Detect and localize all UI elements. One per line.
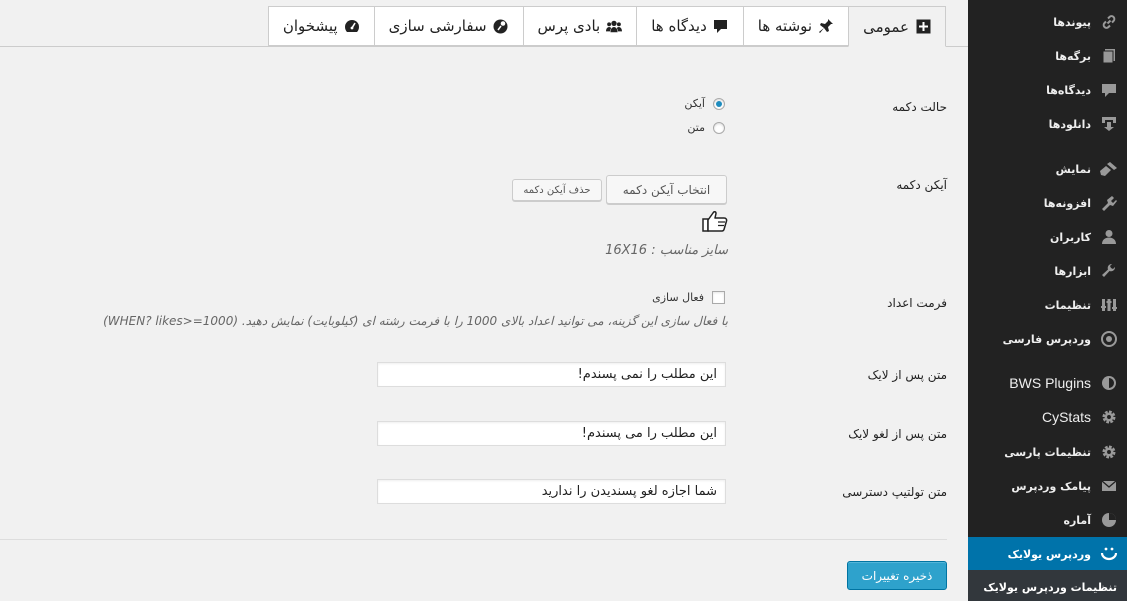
group-icon [606,18,623,34]
mode-text-label: متن [687,121,705,134]
sidebar-item-label: برگه‌ها [1055,49,1091,63]
appearance-icon [1091,152,1127,186]
palette-icon [493,18,509,34]
tab-posts[interactable]: نوشته ها [742,6,850,46]
sidebar-item-label: پیوندها [1053,15,1091,29]
plugins-icon [1091,186,1127,220]
mode-text-radio[interactable] [713,121,725,134]
size-hint: سایز مناسب : 16X16 [605,243,728,258]
pages-icon [1091,39,1127,73]
enable-option[interactable]: فعال سازی [652,291,725,304]
sidebar-item-wp-ulike[interactable]: وردپرس یولایک [960,537,1127,571]
format-description: با فعال سازی این گزینه، می توانید اعداد … [103,314,728,328]
sidebar-item-label: وردپرس فارسی [1002,332,1091,346]
after-unlike-input[interactable]: این مطلب را می پسندم! [377,421,726,446]
pin-icon [818,18,834,34]
links-icon [1091,5,1127,39]
bws-icon [1091,366,1127,400]
tooltip-input[interactable]: شما اجازه لغو پسندیدن را ندارید [377,479,726,504]
sidebar-item-users[interactable]: کاربران [968,220,1127,254]
submenu-item-ulike-settings[interactable]: تنظیمات وردپرس یولایک [968,574,1127,600]
sidebar-item-wp-sms[interactable]: پیامک وردپرس [968,469,1127,503]
after-unlike-label: متن پس از لغو لایک [848,427,947,441]
select-icon-button[interactable]: انتخاب آیکن دکمه [606,175,727,204]
smile-icon [1091,537,1127,571]
mode-icon-option[interactable]: آیکن [684,97,725,110]
tooltip-label: متن تولتیپ دسترسی [842,485,947,499]
sidebar-item-label: آماره [1063,513,1091,527]
dashboard-icon [344,18,360,34]
mode-icon-label: آیکن [684,97,705,110]
divider [0,539,947,540]
tab-dashboard[interactable]: پیشخوان [267,6,375,46]
comments-icon [1091,73,1127,107]
mode-icon-radio[interactable] [713,97,725,110]
number-format-label: فرمت اعداد [887,296,947,310]
tab-label: بادی پرس [537,17,601,35]
sidebar-item-label: ابزارها [1054,264,1091,278]
save-button[interactable]: ذخیره تغییرات [847,561,947,590]
comment-icon [713,18,729,34]
sidebar-item-bws-plugins[interactable]: BWS Plugins [968,366,1127,400]
after-like-label: متن پس از لایک [867,368,947,382]
tab-customize[interactable]: سفارشی سازی [373,6,524,46]
sidebar-item-label: دانلودها [1048,117,1091,131]
tab-general[interactable]: عمومی [848,6,946,47]
sidebar-item-stats[interactable]: آماره [968,503,1127,537]
tab-label: نوشته ها [757,17,813,35]
users-icon [1091,220,1127,254]
sidebar-item-comments[interactable]: دیدگاه‌ها [968,73,1127,107]
gear-icon [1091,400,1127,434]
button-mode-label: حالت دکمه [892,100,947,114]
sidebar-item-settings[interactable]: تنظیمات [968,288,1127,322]
tab-label: عمومی [863,17,909,36]
thumbs-up-icon [702,210,728,235]
enable-label: فعال سازی [652,291,704,304]
sidebar-item-label: CyStats [1041,409,1091,425]
mail-icon [1091,469,1127,503]
sidebar-item-downloads[interactable]: دانلودها [968,107,1127,141]
tab-label: دیدگاه ها [651,17,707,35]
submenu-item-label: تنظیمات وردپرس یولایک [983,580,1117,594]
tab-comments[interactable]: دیدگاه ها [636,6,744,46]
sidebar-item-cystats[interactable]: CyStats [968,400,1127,434]
settings-tabs: عمومی نوشته ها دیدگاه ها بادی پرس سفارشی… [0,0,968,47]
button-icon-label: آیکن دکمه [896,178,947,192]
sidebar-submenu: تنظیمات وردپرس یولایک [968,570,1127,601]
settings-icon [1091,288,1127,322]
stats-icon [1091,503,1127,537]
tab-label: پیشخوان [282,17,338,35]
sidebar-item-pages[interactable]: برگه‌ها [968,39,1127,73]
sidebar-item-label: نمایش [1055,162,1091,176]
mode-text-option[interactable]: متن [687,121,725,134]
sidebar-item-label: افزونه‌ها [1043,196,1091,210]
sidebar-item-plugins[interactable]: افزونه‌ها [968,186,1127,220]
tools-icon [1091,254,1127,288]
tab-label: سفارشی سازی [388,17,487,35]
enable-checkbox[interactable] [712,291,725,304]
download-icon [1091,107,1127,141]
sidebar-item-label: پیامک وردپرس [1011,479,1091,493]
wp-farsi-icon [1091,322,1127,356]
sidebar-item-label: وردپرس یولایک [1007,547,1091,561]
plus-square-icon [915,19,931,35]
admin-sidebar: پیوندها برگه‌ها دیدگاه‌ها دانلودها نمایش… [960,0,1127,601]
sidebar-item-label: تنظیمات [1044,298,1091,312]
sidebar-item-parsi-settings[interactable]: تنظیمات پارسی [968,435,1127,469]
sidebar-item-appearance[interactable]: نمایش [968,152,1127,186]
sidebar-item-label: دیدگاه‌ها [1046,83,1091,97]
remove-icon-button[interactable]: حذف آیکن دکمه [512,179,602,201]
sidebar-item-wp-farsi[interactable]: وردپرس فارسی [968,322,1127,356]
after-like-input[interactable]: این مطلب را نمی پسندم! [377,362,726,387]
sidebar-item-label: کاربران [1050,230,1091,244]
gear-icon [1091,435,1127,469]
tab-buddypress[interactable]: بادی پرس [522,6,638,46]
sidebar-item-label: BWS Plugins [1009,375,1091,391]
sidebar-item-links[interactable]: پیوندها [968,5,1127,39]
sidebar-item-tools[interactable]: ابزارها [968,254,1127,288]
sidebar-item-label: تنظیمات پارسی [1004,445,1091,459]
